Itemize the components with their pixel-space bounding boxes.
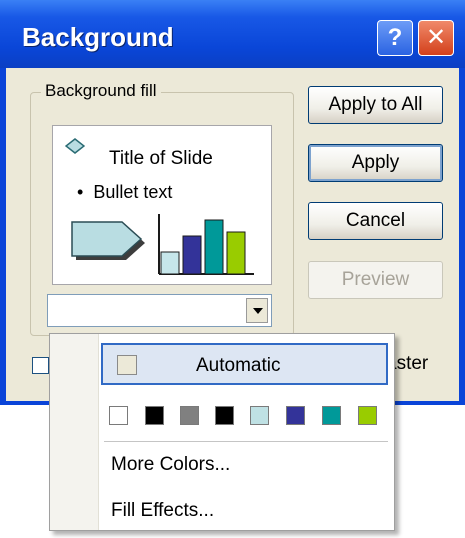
color-swatch-2[interactable] — [145, 406, 164, 425]
slide-preview: Title of Slide • Bullet text — [52, 125, 272, 285]
bar-1 — [160, 251, 180, 275]
fill-effects-menu-item[interactable]: Fill Effects... — [111, 500, 214, 522]
title-bar[interactable]: Background ? ✕ — [0, 0, 465, 68]
more-colors-menu-item[interactable]: More Colors... — [111, 454, 230, 476]
diamond-icon — [65, 138, 85, 154]
automatic-label: Automatic — [196, 355, 281, 376]
bar-2 — [182, 235, 202, 275]
color-swatch-4[interactable] — [215, 406, 234, 425]
color-swatch-5[interactable] — [250, 406, 269, 425]
help-button[interactable]: ? — [377, 20, 413, 56]
omit-master-checkbox[interactable] — [32, 357, 49, 374]
popup-gutter — [50, 334, 99, 530]
color-swatch-6[interactable] — [286, 406, 305, 425]
apply-to-all-button[interactable]: Apply to All — [308, 86, 443, 124]
color-swatch-3[interactable] — [180, 406, 199, 425]
preview-bullet: • Bullet text — [77, 182, 173, 202]
dialog-title: Background — [22, 22, 174, 52]
automatic-swatch — [117, 355, 137, 375]
automatic-menu-item[interactable]: Automatic — [101, 343, 388, 385]
chevron-down-icon[interactable] — [246, 298, 268, 323]
color-swatch-8[interactable] — [358, 406, 377, 425]
background-fill-label: Background fill — [41, 81, 161, 101]
color-popup-menu: Automatic More Colors... Fill Effects... — [49, 333, 395, 531]
bar-chart-icon — [158, 214, 254, 275]
help-icon: ? — [387, 24, 403, 51]
bar-3 — [204, 219, 224, 275]
cancel-button[interactable]: Cancel — [308, 202, 443, 240]
color-swatch-1[interactable] — [109, 406, 128, 425]
close-button[interactable]: ✕ — [418, 20, 454, 56]
arrow-shape-icon — [71, 221, 145, 260]
menu-separator — [104, 441, 388, 442]
color-swatch-7[interactable] — [322, 406, 341, 425]
preview-bullet-text: Bullet text — [93, 182, 173, 202]
bar-4 — [226, 231, 246, 275]
fill-color-dropdown[interactable] — [47, 294, 272, 327]
preview-button[interactable]: Preview — [308, 261, 443, 299]
apply-button[interactable]: Apply — [308, 144, 443, 182]
preview-title: Title of Slide — [109, 148, 213, 169]
close-icon: ✕ — [425, 24, 447, 51]
